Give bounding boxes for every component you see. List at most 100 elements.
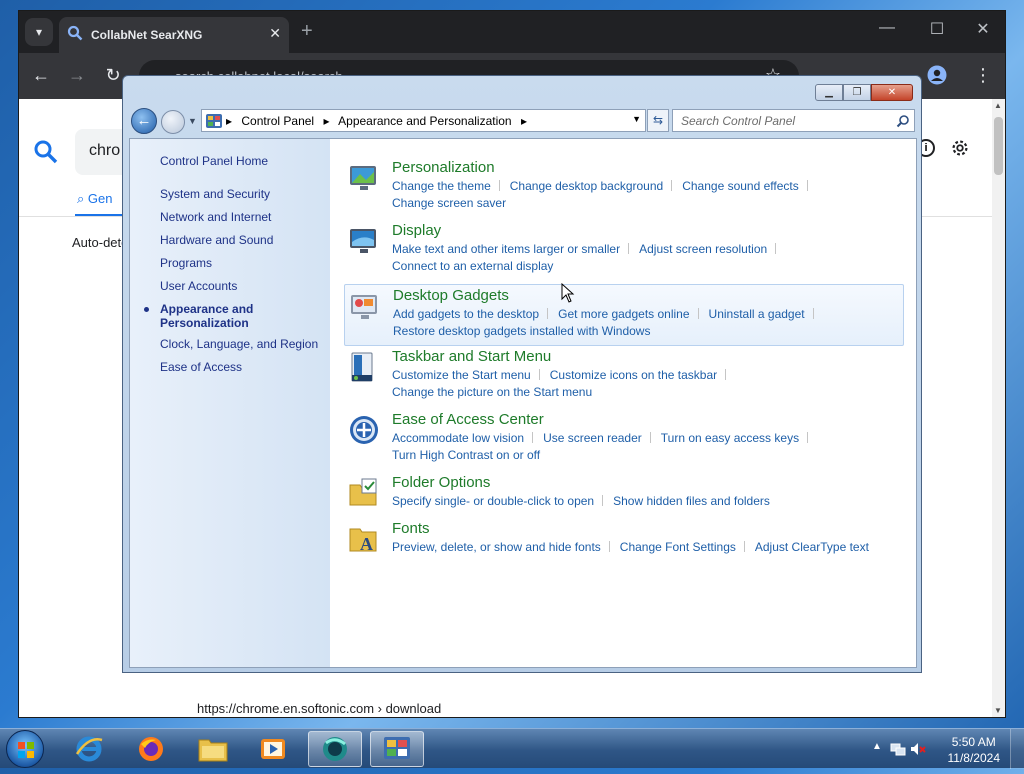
- recent-pages-dropdown-icon[interactable]: ▼: [188, 116, 197, 126]
- show-desktop-button[interactable]: [1010, 729, 1024, 769]
- volume-muted-icon[interactable]: [910, 741, 926, 757]
- breadcrumb-separator-icon[interactable]: ▸: [323, 114, 329, 128]
- page-scrollbar[interactable]: ▲ ▼: [992, 99, 1005, 717]
- category-title[interactable]: Display: [392, 222, 441, 239]
- link-change-screen-saver[interactable]: Change screen saver: [392, 195, 506, 212]
- refresh-button[interactable]: ⇆: [647, 109, 669, 132]
- sidebar-item-network[interactable]: Network and Internet: [160, 210, 271, 224]
- browser-maximize-button[interactable]: ☐: [917, 19, 957, 39]
- link-customize-taskbar-icons[interactable]: Customize icons on the taskbar: [550, 367, 717, 384]
- link-change-start-menu-picture[interactable]: Change the picture on the Start menu: [392, 384, 592, 401]
- show-hidden-icons-icon[interactable]: ▲: [872, 741, 882, 752]
- link-adjust-screen-resolution[interactable]: Adjust screen resolution: [639, 241, 767, 258]
- breadcrumb-control-panel[interactable]: Control Panel: [241, 114, 314, 128]
- taskbar-internet-explorer[interactable]: [62, 731, 116, 767]
- maximize-button[interactable]: ❐: [843, 84, 871, 101]
- new-tab-button[interactable]: +: [301, 20, 313, 43]
- category-title[interactable]: Taskbar and Start Menu: [392, 348, 551, 365]
- clock-date: 11/8/2024: [947, 751, 1001, 765]
- clock-time: 5:50 AM: [951, 735, 996, 749]
- breadcrumb: ▸ Control Panel ▸ Appearance and Persona…: [226, 114, 533, 128]
- address-bar[interactable]: ▸ Control Panel ▸ Appearance and Persona…: [201, 109, 646, 132]
- clock[interactable]: 5:50 AM 11/8/2024: [948, 734, 1001, 766]
- category-title[interactable]: Personalization: [392, 159, 495, 176]
- link-accommodate-low-vision[interactable]: Accommodate low vision: [392, 430, 524, 447]
- navigation-bar: ← ▼ ▸ Control Panel ▸ Appearance and Per…: [131, 108, 916, 134]
- sidebar-item-user-accounts[interactable]: User Accounts: [160, 279, 237, 293]
- network-icon[interactable]: [890, 741, 906, 757]
- forward-arrow-icon[interactable]: →: [65, 65, 89, 86]
- taskbar-media-player[interactable]: [246, 731, 300, 767]
- search-control-panel-input[interactable]: Search Control Panel: [672, 109, 915, 132]
- back-button[interactable]: ←: [131, 108, 157, 134]
- category-links: Add gadgets to the desktop Get more gadge…: [393, 306, 903, 340]
- browser-menu-icon[interactable]: ⋮: [971, 65, 995, 86]
- category-title[interactable]: Ease of Access Center: [392, 411, 544, 428]
- scroll-thumb[interactable]: [994, 117, 1003, 175]
- result-url[interactable]: https://chrome.en.softonic.com › downloa…: [197, 701, 441, 716]
- breadcrumb-separator-icon[interactable]: ▸: [521, 114, 527, 128]
- gear-icon[interactable]: [949, 137, 971, 159]
- taskbar-explorer[interactable]: [186, 731, 240, 767]
- search-icon[interactable]: [896, 114, 910, 128]
- address-dropdown-icon[interactable]: ▼: [632, 114, 641, 124]
- language-autodetect[interactable]: Auto-dete: [72, 235, 128, 250]
- category-folder-options: Folder Options Specify single- or double…: [344, 471, 904, 511]
- sidebar-item-hardware-sound[interactable]: Hardware and Sound: [160, 233, 273, 247]
- link-easy-access-keys[interactable]: Turn on easy access keys: [661, 430, 799, 447]
- link-change-theme[interactable]: Change the theme: [392, 178, 491, 195]
- sidebar-item-ease-of-access[interactable]: Ease of Access: [160, 360, 242, 374]
- breadcrumb-separator-icon[interactable]: ▸: [226, 114, 232, 128]
- tab-search-button[interactable]: ▾: [25, 18, 53, 46]
- tab-general[interactable]: ⌕ Gen: [77, 191, 112, 207]
- taskbar-control-panel[interactable]: [370, 731, 424, 767]
- link-get-more-gadgets[interactable]: Get more gadgets online: [558, 306, 689, 323]
- svg-text:A: A: [360, 534, 373, 554]
- category-links: Make text and other items larger or smal…: [392, 241, 902, 275]
- taskbar-firefox[interactable]: [124, 731, 178, 767]
- category-links: Customize the Start menu Customize icons …: [392, 367, 902, 401]
- link-high-contrast[interactable]: Turn High Contrast on or off: [392, 447, 540, 464]
- link-customize-start-menu[interactable]: Customize the Start menu: [392, 367, 531, 384]
- profile-icon[interactable]: [925, 65, 949, 90]
- mouse-cursor-icon: [561, 283, 575, 303]
- link-use-screen-reader[interactable]: Use screen reader: [543, 430, 642, 447]
- minimize-button[interactable]: ▁: [815, 84, 843, 101]
- close-button[interactable]: ✕: [871, 84, 913, 101]
- scroll-down-arrow-icon[interactable]: ▼: [994, 706, 1002, 715]
- control-panel-content: Control Panel Home System and Security N…: [129, 138, 917, 668]
- link-show-hidden-files[interactable]: Show hidden files and folders: [613, 493, 770, 510]
- browser-close-button[interactable]: ✕: [963, 19, 1003, 39]
- back-arrow-icon[interactable]: ←: [29, 65, 53, 86]
- sidebar-item-home[interactable]: Control Panel Home: [160, 154, 268, 168]
- link-preview-fonts[interactable]: Preview, delete, or show and hide fonts: [392, 539, 601, 556]
- start-button[interactable]: [6, 730, 44, 768]
- sidebar-item-clock-language[interactable]: Clock, Language, and Region: [160, 337, 318, 351]
- link-add-gadgets[interactable]: Add gadgets to the desktop: [393, 306, 539, 323]
- link-change-font-settings[interactable]: Change Font Settings: [620, 539, 736, 556]
- category-title[interactable]: Fonts: [392, 520, 430, 537]
- link-make-text-larger[interactable]: Make text and other items larger or smal…: [392, 241, 620, 258]
- link-single-double-click[interactable]: Specify single- or double-click to open: [392, 493, 594, 510]
- link-connect-external-display[interactable]: Connect to an external display: [392, 258, 553, 275]
- sidebar-item-system-security[interactable]: System and Security: [160, 187, 270, 201]
- link-uninstall-gadget[interactable]: Uninstall a gadget: [709, 306, 805, 323]
- control-panel-icon: [384, 737, 410, 759]
- link-adjust-cleartype[interactable]: Adjust ClearType text: [755, 539, 869, 556]
- category-links: Accommodate low vision Use screen reader T…: [392, 430, 902, 464]
- forward-button[interactable]: [161, 110, 185, 134]
- category-links: Change the theme Change desktop backgroun…: [392, 178, 902, 212]
- breadcrumb-appearance[interactable]: Appearance and Personalization: [338, 114, 511, 128]
- scroll-up-arrow-icon[interactable]: ▲: [994, 101, 1002, 110]
- browser-tab[interactable]: CollabNet SearXNG ✕: [59, 17, 289, 53]
- link-change-sound-effects[interactable]: Change sound effects: [682, 178, 799, 195]
- link-restore-gadgets[interactable]: Restore desktop gadgets installed with W…: [393, 323, 650, 340]
- browser-minimize-button[interactable]: —: [867, 19, 907, 37]
- system-tray: ▲ 5:50 AM 11/8/2024: [864, 729, 1024, 769]
- category-title[interactable]: Folder Options: [392, 474, 490, 491]
- taskbar-chrome[interactable]: [308, 731, 362, 767]
- tab-close-icon[interactable]: ✕: [269, 25, 281, 42]
- link-change-desktop-background[interactable]: Change desktop background: [510, 178, 663, 195]
- sidebar-item-programs[interactable]: Programs: [160, 256, 212, 270]
- category-title[interactable]: Desktop Gadgets: [393, 287, 509, 304]
